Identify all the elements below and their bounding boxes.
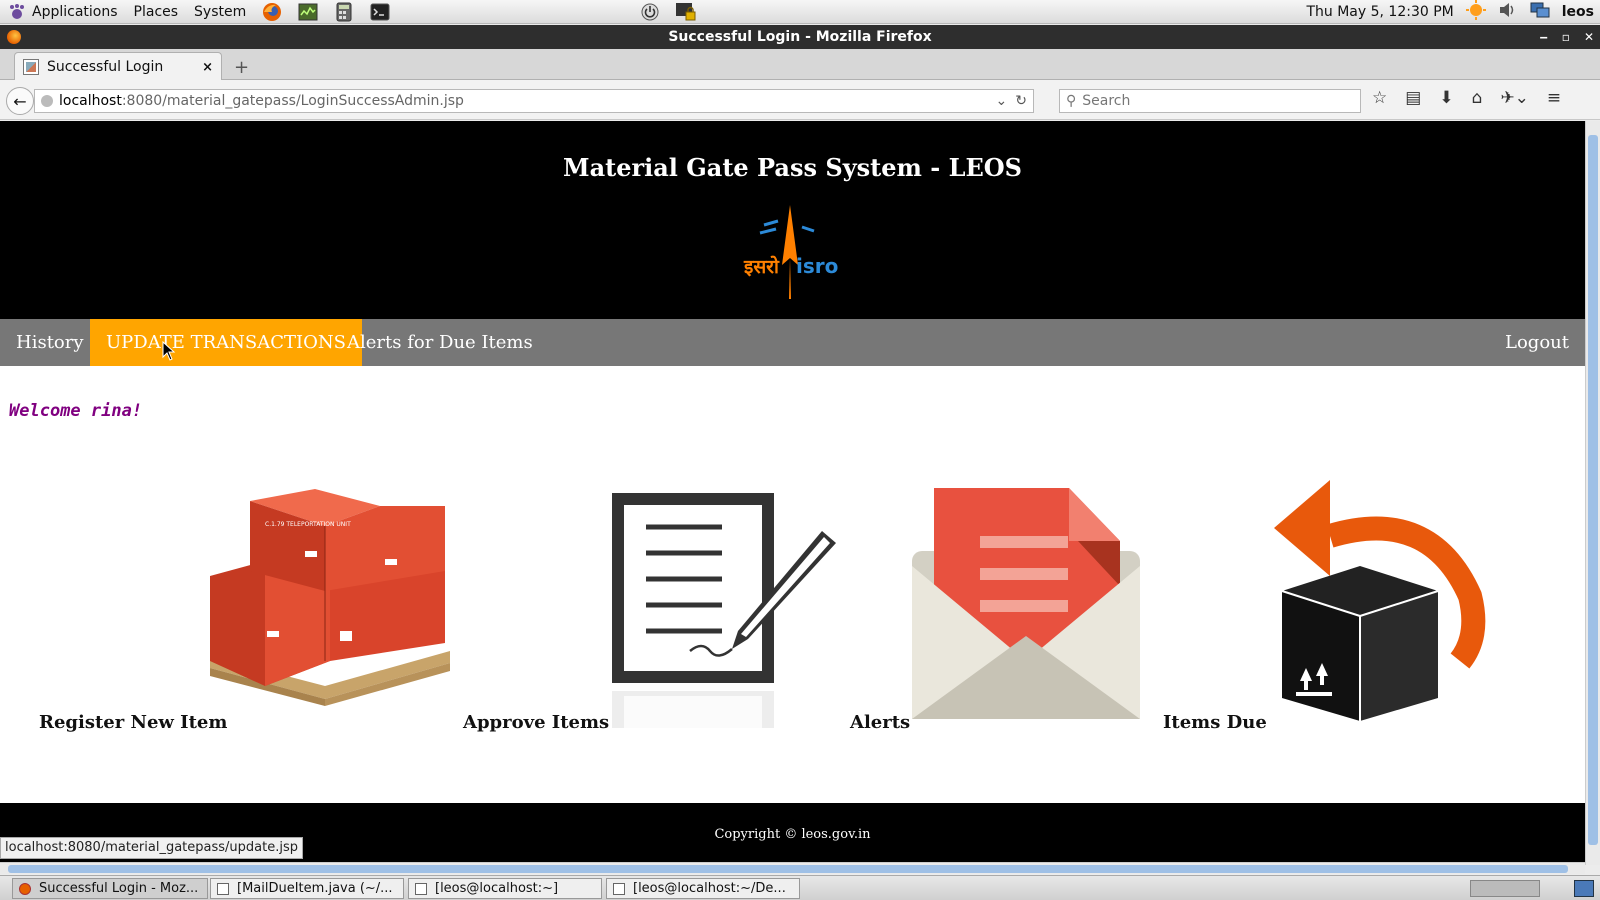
- places-menu-label: Places: [133, 3, 179, 20]
- horizontal-scrollbar[interactable]: [0, 862, 1585, 874]
- volume-icon[interactable]: [1498, 1, 1518, 23]
- bookmark-star-icon[interactable]: ☆: [1372, 88, 1387, 108]
- main-menu: History UPDATE TRANSACTIONS Alerts for D…: [0, 319, 1585, 366]
- approve-items-link[interactable]: Approve Items: [463, 712, 609, 733]
- menu-logout[interactable]: Logout: [1489, 319, 1585, 366]
- site-header: Material Gate Pass System - LEOS इसरो is…: [0, 121, 1585, 319]
- url-dropdown-icon[interactable]: ⌄: [996, 93, 1008, 109]
- minimize-icon[interactable]: ‒: [1539, 30, 1547, 44]
- terminal-task-icon: [415, 882, 427, 895]
- reload-icon[interactable]: ↻: [1015, 93, 1027, 109]
- close-window-icon[interactable]: ✕: [1584, 30, 1594, 44]
- user-name[interactable]: leos: [1562, 4, 1594, 20]
- workspace-switcher[interactable]: [1470, 880, 1540, 897]
- approve-document-pen-image[interactable]: [610, 491, 840, 728]
- search-icon: ⚲: [1066, 93, 1077, 109]
- svg-text:C.1.79 TELEPORTATION UNIT: C.1.79 TELEPORTATION UNIT: [265, 521, 351, 528]
- firefox-task-icon: [19, 882, 31, 895]
- url-host: localhost: [59, 93, 122, 109]
- register-boxes-image[interactable]: C.1.79 TELEPORTATION UNIT: [205, 481, 455, 706]
- taskbar-item-terminal-1[interactable]: [leos@localhost:~]: [408, 878, 602, 899]
- taskbar-item-label: [leos@localhost:~/De...: [633, 881, 786, 896]
- firefox-icon: [7, 30, 21, 44]
- navigation-toolbar: ← localhost:8080/material_gatepass/Login…: [0, 80, 1600, 120]
- back-button[interactable]: ←: [6, 87, 34, 115]
- bottom-taskbar: Successful Login - Moz... [MailDueItem.j…: [0, 875, 1600, 900]
- taskbar-item-label: [leos@localhost:~]: [435, 881, 559, 896]
- lock-screen-icon[interactable]: [674, 2, 698, 22]
- search-input[interactable]: ⚲ Search: [1059, 89, 1361, 113]
- horizontal-scrollbar-thumb[interactable]: [8, 865, 1568, 873]
- gnome-foot-icon: [10, 3, 24, 19]
- vertical-scrollbar-thumb[interactable]: [1588, 135, 1598, 845]
- tab-successful-login[interactable]: Successful Login ×: [14, 52, 222, 81]
- home-icon[interactable]: ⌂: [1472, 88, 1483, 108]
- new-tab-icon[interactable]: +: [234, 57, 249, 78]
- window-titlebar: Successful Login - Mozilla Firefox ‒ ▫ ✕: [0, 25, 1600, 49]
- firefox-launcher-icon[interactable]: [260, 2, 284, 22]
- svg-text:isro: isro: [796, 254, 838, 278]
- text-editor-icon: [217, 882, 229, 895]
- taskbar-item-terminal-2[interactable]: [leos@localhost:~/De...: [606, 878, 800, 899]
- terminal-task-icon: [613, 882, 625, 895]
- page-viewport: Material Gate Pass System - LEOS इसरो is…: [0, 121, 1585, 865]
- menu-update-transactions[interactable]: UPDATE TRANSACTIONS: [90, 319, 362, 366]
- weather-sun-icon[interactable]: [1465, 0, 1486, 24]
- svg-text:इसरो: इसरो: [743, 255, 780, 278]
- clock[interactable]: Thu May 5, 12:30 PM: [1306, 4, 1453, 20]
- menu-history[interactable]: History: [0, 319, 100, 366]
- taskbar-item-label: [MailDueItem.java (~/...: [237, 881, 393, 896]
- url-path: :8080/material_gatepass/LoginSuccessAdmi…: [121, 93, 464, 109]
- system-monitor-launcher-icon[interactable]: [296, 2, 320, 22]
- close-tab-icon[interactable]: ×: [202, 60, 213, 75]
- window-title: Successful Login - Mozilla Firefox: [668, 29, 932, 45]
- network-icon[interactable]: [1530, 1, 1550, 23]
- applications-menu-label: Applications: [32, 3, 118, 20]
- site-identity-icon[interactable]: [41, 95, 53, 107]
- site-title: Material Gate Pass System - LEOS: [563, 153, 1022, 182]
- status-bar-link-preview: localhost:8080/material_gatepass/update.…: [0, 837, 303, 859]
- taskbar-item-editor[interactable]: [MailDueItem.java (~/...: [210, 878, 404, 899]
- taskbar-item-firefox[interactable]: Successful Login - Moz...: [12, 878, 208, 899]
- terminal-launcher-icon[interactable]: [368, 2, 392, 22]
- taskbar-item-label: Successful Login - Moz...: [39, 881, 199, 896]
- shutdown-icon[interactable]: [638, 2, 662, 22]
- system-menu-label: System: [194, 3, 247, 20]
- alerts-link[interactable]: Alerts: [850, 712, 910, 733]
- extension-icon[interactable]: ✈⌄: [1500, 88, 1529, 108]
- calculator-launcher-icon[interactable]: [332, 2, 356, 22]
- download-icon[interactable]: ⬇: [1439, 88, 1453, 108]
- isro-logo: इसरो isro: [743, 205, 838, 299]
- reading-list-icon[interactable]: ▤: [1405, 88, 1421, 108]
- welcome-message: Welcome rina!: [9, 401, 143, 421]
- system-menu[interactable]: System: [186, 0, 254, 24]
- items-due-return-box-image[interactable]: [1270, 476, 1492, 724]
- tab-strip: Successful Login × +: [0, 49, 1600, 81]
- applications-menu[interactable]: Applications: [0, 0, 126, 24]
- show-desktop-icon[interactable]: [1574, 880, 1594, 897]
- page-favicon-icon: [23, 59, 39, 75]
- url-bar[interactable]: localhost:8080/material_gatepass/LoginSu…: [34, 89, 1034, 113]
- alerts-envelope-image[interactable]: [910, 486, 1142, 721]
- menu-alerts-due-items[interactable]: Alerts for Due Items: [331, 319, 549, 366]
- vertical-scrollbar[interactable]: [1585, 121, 1600, 865]
- places-menu[interactable]: Places: [126, 0, 187, 24]
- maximize-icon[interactable]: ▫: [1562, 30, 1570, 44]
- mouse-cursor-icon: [162, 341, 176, 361]
- system-top-panel: Applications Places System Thu May 5, 12…: [0, 0, 1600, 24]
- search-placeholder: Search: [1082, 93, 1131, 109]
- back-arrow-icon: ←: [13, 91, 27, 111]
- items-due-link[interactable]: Items Due: [1163, 712, 1267, 733]
- hamburger-menu-icon[interactable]: ≡: [1547, 88, 1561, 108]
- tab-title: Successful Login: [47, 59, 164, 75]
- register-new-item-link[interactable]: Register New Item: [39, 712, 227, 733]
